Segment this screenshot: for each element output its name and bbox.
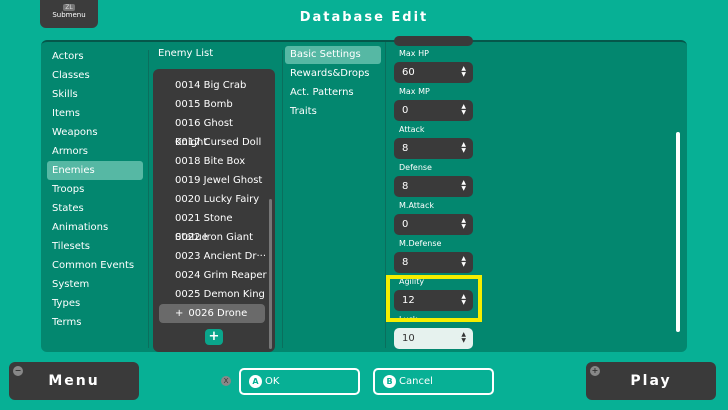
enemy-name: 0023 Ancient Dr···: [175, 251, 267, 262]
spinner-arrows-icon[interactable]: ▲ ▼: [461, 66, 466, 78]
category-troops[interactable]: Troops: [47, 180, 143, 199]
enemy-name: 0026 Drone: [188, 308, 248, 319]
enemy-list: 0014 Big Crab 0015 Bomb 0016 Ghost Knight 0…: [153, 69, 275, 352]
plus-key-icon: +: [590, 366, 600, 376]
category-animations[interactable]: Animations: [47, 218, 143, 237]
play-button[interactable]: + Play: [586, 362, 716, 400]
tab-traits[interactable]: Traits: [285, 103, 381, 121]
database-panel: Actors Classes Skills Items Weapons Armors Ene…: [41, 36, 687, 352]
divider: [282, 50, 283, 348]
field-value: 10: [402, 333, 415, 344]
max-mp-label: Max MP: [399, 87, 430, 96]
field-value: 60: [402, 67, 415, 78]
enemy-list-item[interactable]: 0019 Jewel Ghost: [153, 171, 267, 190]
tab-basic-settings[interactable]: Basic Settings: [285, 46, 381, 64]
b-key-icon: B: [383, 375, 396, 388]
ok-button[interactable]: A OK: [239, 368, 360, 395]
category-armors[interactable]: Armors: [47, 142, 143, 161]
enemy-name: 0024 Grim Reaper: [175, 270, 267, 281]
spinner-arrows-icon[interactable]: ▲ ▼: [461, 142, 466, 154]
category-common-events[interactable]: Common Events: [47, 256, 143, 275]
enemy-name: 0015 Bomb: [175, 99, 233, 110]
spinner-arrows-icon[interactable]: ▲ ▼: [461, 218, 466, 230]
menu-label: Menu: [48, 373, 100, 389]
enemy-list-item[interactable]: 0023 Ancient Dr···: [153, 247, 267, 266]
add-enemy-button[interactable]: +: [205, 329, 223, 345]
field-value: 8: [402, 181, 409, 192]
menu-button[interactable]: − Menu: [9, 362, 139, 400]
page-title: Database Edit: [299, 10, 429, 25]
enemy-name: 0017 Cursed Doll: [175, 137, 262, 148]
category-items[interactable]: Items: [47, 104, 143, 123]
field-value: 8: [402, 257, 409, 268]
a-key-icon: A: [249, 375, 262, 388]
enemy-list-item[interactable]: +0026 Drone: [159, 304, 265, 323]
field-value: 0: [402, 219, 409, 230]
spinner-arrows-icon[interactable]: ▲ ▼: [461, 104, 466, 116]
enemy-list-item[interactable]: 0024 Grim Reaper: [153, 266, 267, 285]
enemy-list-item[interactable]: 0017 Cursed Doll: [153, 133, 267, 152]
category-system[interactable]: System: [47, 275, 143, 294]
agility-highlight: [386, 275, 482, 322]
minus-key-icon: −: [13, 366, 23, 376]
category-types[interactable]: Types: [47, 294, 143, 313]
attack-label: Attack: [399, 125, 425, 134]
field-value: 0: [402, 105, 409, 116]
enemy-name: 0018 Bite Box: [175, 156, 246, 167]
category-skills[interactable]: Skills: [47, 85, 143, 104]
selected-marker-icon: +: [175, 308, 184, 319]
cancel-button[interactable]: B Cancel: [373, 368, 494, 395]
tab-rewards-drops[interactable]: Rewards&Drops: [285, 65, 381, 83]
enemy-name: 0014 Big Crab: [175, 80, 247, 91]
enemy-list-item[interactable]: 0021 Stone Statue: [153, 209, 267, 243]
settings-scrollbar[interactable]: [676, 132, 680, 332]
field-value: 8: [402, 143, 409, 154]
enemy-list-item[interactable]: 0014 Big Crab: [153, 76, 267, 95]
max-hp-input[interactable]: 60 ▲ ▼: [394, 62, 473, 83]
enemy-list-item[interactable]: 0016 Ghost Knight: [153, 114, 267, 148]
tab-act-patterns[interactable]: Act. Patterns: [285, 84, 381, 102]
x-key-icon: X: [221, 376, 231, 386]
defense-label: Defense: [399, 163, 432, 172]
category-actors[interactable]: Actors: [47, 47, 143, 66]
enemy-list-scrollbar[interactable]: [269, 199, 272, 349]
spinner-arrows-icon[interactable]: ▲ ▼: [461, 180, 466, 192]
attack-input[interactable]: 8 ▲ ▼: [394, 138, 473, 159]
spinner-arrows-icon[interactable]: ▲ ▼: [461, 256, 466, 268]
category-terms[interactable]: Terms: [47, 313, 143, 332]
enemy-name: 0020 Lucky Fairy: [175, 194, 260, 205]
previous-field-partial: [394, 36, 473, 46]
category-classes[interactable]: Classes: [47, 66, 143, 85]
enemy-list-item[interactable]: 0025 Demon King: [153, 285, 267, 304]
enemy-list-item[interactable]: 0022 Iron Giant: [153, 228, 267, 247]
spinner-arrows-icon[interactable]: ▲ ▼: [461, 332, 466, 344]
enemy-list-item[interactable]: 0018 Bite Box: [153, 152, 267, 171]
m-defense-input[interactable]: 8 ▲ ▼: [394, 252, 473, 273]
play-label: Play: [630, 373, 672, 389]
category-states[interactable]: States: [47, 199, 143, 218]
enemy-list-item[interactable]: 0020 Lucky Fairy: [153, 190, 267, 209]
ok-label: OK: [265, 376, 280, 387]
enemy-name: 0019 Jewel Ghost: [175, 175, 263, 186]
enemy-list-item[interactable]: 0015 Bomb: [153, 95, 267, 114]
divider: [148, 50, 149, 348]
enemy-list-header: Enemy List: [158, 48, 214, 59]
category-enemies[interactable]: Enemies: [47, 161, 143, 180]
max-hp-label: Max HP: [399, 49, 429, 58]
category-tilesets[interactable]: Tilesets: [47, 237, 143, 256]
enemy-name: 0022 Iron Giant: [175, 232, 254, 243]
m-attack-input[interactable]: 0 ▲ ▼: [394, 214, 473, 235]
m-attack-label: M.Attack: [399, 201, 434, 210]
cancel-label: Cancel: [399, 376, 433, 387]
category-weapons[interactable]: Weapons: [47, 123, 143, 142]
m-defense-label: M.Defense: [399, 239, 442, 248]
enemy-name: 0025 Demon King: [175, 289, 265, 300]
max-mp-input[interactable]: 0 ▲ ▼: [394, 100, 473, 121]
defense-input[interactable]: 8 ▲ ▼: [394, 176, 473, 197]
luck-input[interactable]: 10 ▲ ▼: [394, 328, 473, 349]
